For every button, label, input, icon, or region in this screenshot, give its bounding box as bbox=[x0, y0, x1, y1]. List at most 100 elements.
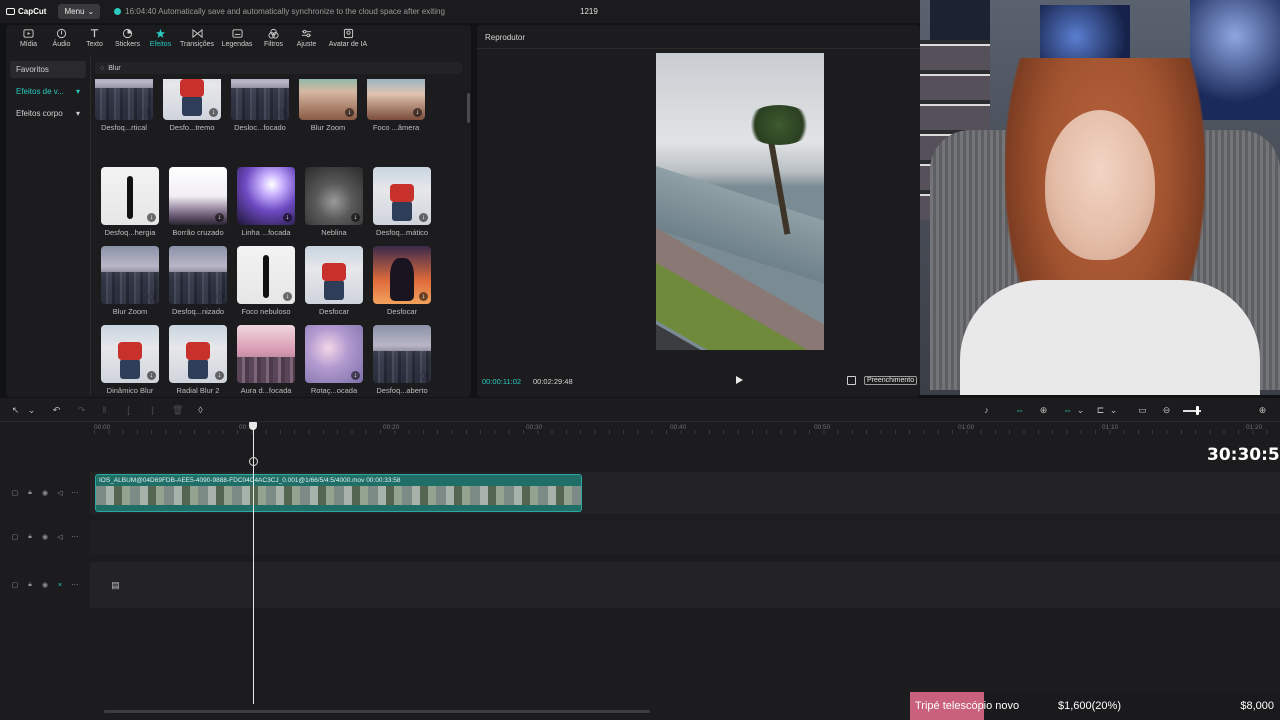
chevron-down-icon[interactable]: ⌄ bbox=[1076, 406, 1085, 415]
download-icon: ↓ bbox=[413, 108, 422, 117]
effects-scrollbar[interactable] bbox=[467, 93, 470, 123]
tab-stickers[interactable]: Stickers bbox=[111, 25, 144, 48]
audio-track[interactable] bbox=[90, 520, 1280, 554]
effect-thumbnail: ↓ bbox=[237, 325, 295, 383]
download-icon: ↓ bbox=[147, 213, 156, 222]
eye-icon[interactable]: ◉ bbox=[41, 533, 49, 541]
effect-card[interactable]: ↓ Aura d...focada bbox=[237, 325, 295, 395]
link-clips-icon[interactable]: ⇔ bbox=[1015, 406, 1024, 415]
split-icon[interactable]: ‖ bbox=[100, 406, 109, 415]
goal-progress: $1,600(20%) bbox=[1058, 700, 1121, 712]
sidebar-item-efeitos-video[interactable]: Efeitos de v... ▾ bbox=[10, 83, 86, 100]
snap-icon[interactable]: ⊕ bbox=[1039, 406, 1048, 415]
zoom-slider-handle[interactable] bbox=[1196, 406, 1199, 415]
download-icon: ↓ bbox=[215, 213, 224, 222]
video-clip[interactable]: IOS_ALBUM@04D69FDB-AEE5-4090-9888-FDC04C… bbox=[95, 474, 582, 512]
download-icon: ↓ bbox=[345, 108, 354, 117]
eye-icon[interactable]: ◉ bbox=[41, 489, 49, 497]
track-toggle-icon[interactable]: ▢ bbox=[11, 581, 19, 589]
effect-thumbnail: ↓ bbox=[101, 325, 159, 383]
effect-card[interactable]: ↓ Foco ...âmera bbox=[367, 79, 425, 132]
zoom-fit-icon[interactable]: ⊕ bbox=[1258, 406, 1267, 415]
track-toggle-icon[interactable]: ▢ bbox=[11, 489, 19, 497]
effect-thumbnail: ↓ bbox=[163, 79, 221, 120]
more-icon[interactable]: ⋯ bbox=[71, 581, 79, 589]
effect-label: Foco nebuloso bbox=[241, 307, 291, 316]
eye-icon[interactable]: ◉ bbox=[41, 581, 49, 589]
effect-card[interactable]: ↓ Blur Zoom bbox=[101, 246, 159, 316]
effect-card[interactable]: ↓ Desfoq...hergia bbox=[101, 167, 159, 237]
sidebar-item-efeitos-corpo[interactable]: Efeitos corpo ▾ bbox=[10, 105, 86, 122]
effect-card[interactable]: ↓ Desfoq...aberto bbox=[373, 325, 431, 395]
split-right-icon[interactable]: ] bbox=[148, 406, 157, 415]
effect-card[interactable]: ↓ Blur Zoom bbox=[299, 79, 357, 132]
aspect-ratio-icon[interactable] bbox=[847, 376, 856, 385]
effect-card[interactable]: Desfocar bbox=[305, 246, 363, 316]
more-icon[interactable]: ⋯ bbox=[71, 489, 79, 497]
lock-icon[interactable]: 🔒︎ bbox=[26, 533, 34, 541]
track-toggle-icon[interactable]: ▢ bbox=[11, 533, 19, 541]
tab-ajuste[interactable]: Ajuste bbox=[290, 25, 323, 48]
effect-card[interactable]: ↓ Desfoq...mático bbox=[373, 167, 431, 237]
effect-card[interactable]: ↓ Desfocar bbox=[373, 246, 431, 316]
ruler-label: 00:50 bbox=[814, 424, 831, 431]
timeline-panel: ↖ ⌄ ↶ ↷ ‖ [ ] 🗑 ◊ ♪ ⇔ ⊕ ⇔ ⌄ ⊏ ⌄ ▭ ⊖ ⊕ 00… bbox=[0, 398, 1280, 720]
menu-button-label: Menu bbox=[64, 7, 85, 16]
effect-card[interactable]: ↓ Rotaç...ocada bbox=[305, 325, 363, 395]
effect-label: Dinâmico Blur bbox=[106, 386, 154, 395]
effect-card[interactable]: ↓ Desfoq...nizado bbox=[169, 246, 227, 316]
search-input[interactable]: ○ Blur bbox=[95, 62, 462, 74]
effect-card[interactable]: ↓ Radial Blur 2 bbox=[169, 325, 227, 395]
timeline-ruler[interactable]: 00:00 00:10 00:20 00:30 00:40 00:50 01:0… bbox=[94, 424, 1280, 434]
mute-icon[interactable]: × bbox=[56, 582, 64, 589]
download-icon: ↓ bbox=[419, 292, 428, 301]
fill-mode-button[interactable]: Preenchimento bbox=[864, 376, 918, 385]
select-cursor-icon[interactable]: ↖ bbox=[11, 406, 20, 415]
app-logo: CapCut bbox=[6, 7, 46, 16]
play-icon[interactable] bbox=[736, 376, 743, 384]
effect-card[interactable]: ↓ Dinâmico Blur bbox=[101, 325, 159, 395]
chevron-down-icon[interactable]: ⌄ bbox=[1109, 406, 1118, 415]
tab-avatar-ia[interactable]: Avatar de IA bbox=[323, 25, 373, 48]
effect-card[interactable]: ↓ Foco nebuloso bbox=[237, 246, 295, 316]
playhead-handle[interactable] bbox=[249, 422, 257, 430]
effect-card[interactable]: ↓ Linha ...focada bbox=[237, 167, 295, 237]
effect-thumbnail: ↓ bbox=[299, 79, 357, 120]
effect-card[interactable]: ↓ Borrão cruzado bbox=[169, 167, 227, 237]
volume-icon[interactable]: ◁ bbox=[56, 489, 64, 497]
effect-card[interactable]: ↓ Desloc...focado bbox=[231, 79, 289, 132]
preview-axis-icon[interactable]: ⇔ bbox=[1063, 406, 1072, 415]
tab-legendas[interactable]: Legendas bbox=[217, 25, 257, 48]
tab-texto[interactable]: Texto bbox=[78, 25, 111, 48]
tab-efeitos[interactable]: Efeitos bbox=[144, 25, 177, 48]
track-link-icon[interactable]: ⊏ bbox=[1096, 406, 1105, 415]
empty-track[interactable] bbox=[90, 562, 1280, 608]
more-icon[interactable]: ⋯ bbox=[71, 533, 79, 541]
split-left-icon[interactable]: [ bbox=[124, 406, 133, 415]
undo-icon[interactable]: ↶ bbox=[52, 406, 61, 415]
zoom-out-icon[interactable]: ⊖ bbox=[1162, 406, 1171, 415]
playhead[interactable] bbox=[253, 428, 254, 704]
tab-audio[interactable]: Áudio bbox=[45, 25, 78, 48]
delete-icon[interactable]: 🗑 bbox=[172, 406, 183, 415]
redo-icon[interactable]: ↷ bbox=[77, 406, 86, 415]
volume-icon[interactable]: ◁ bbox=[56, 533, 64, 541]
chevron-down-icon[interactable]: ⌄ bbox=[27, 406, 36, 415]
tab-midia[interactable]: Mídia bbox=[12, 25, 45, 48]
effect-card[interactable]: ↓ Desfo...tremo bbox=[163, 79, 221, 132]
lock-icon[interactable]: 🔒︎ bbox=[26, 581, 34, 589]
shield-icon[interactable]: ◊ bbox=[196, 406, 205, 415]
effect-card[interactable]: ↓ Desfoq...rtical bbox=[95, 79, 153, 132]
tab-filtros[interactable]: Filtros bbox=[257, 25, 290, 48]
ruler-label: 00:00 bbox=[94, 424, 111, 431]
effect-card[interactable]: ↓ Neblina bbox=[305, 167, 363, 237]
lock-icon[interactable]: 🔒︎ bbox=[26, 489, 34, 497]
menu-button[interactable]: Menu ⌄ bbox=[58, 4, 101, 19]
microphone-icon[interactable]: ♪ bbox=[982, 406, 991, 415]
tab-transicoes[interactable]: Transições bbox=[177, 25, 217, 48]
timeline-scrollbar[interactable] bbox=[104, 710, 650, 713]
video-preview[interactable] bbox=[656, 53, 824, 350]
stream-timer: 30:30:51 bbox=[1207, 445, 1280, 465]
sidebar-item-favoritos[interactable]: Favoritos bbox=[10, 61, 86, 78]
screen-icon[interactable]: ▭ bbox=[1138, 406, 1147, 415]
